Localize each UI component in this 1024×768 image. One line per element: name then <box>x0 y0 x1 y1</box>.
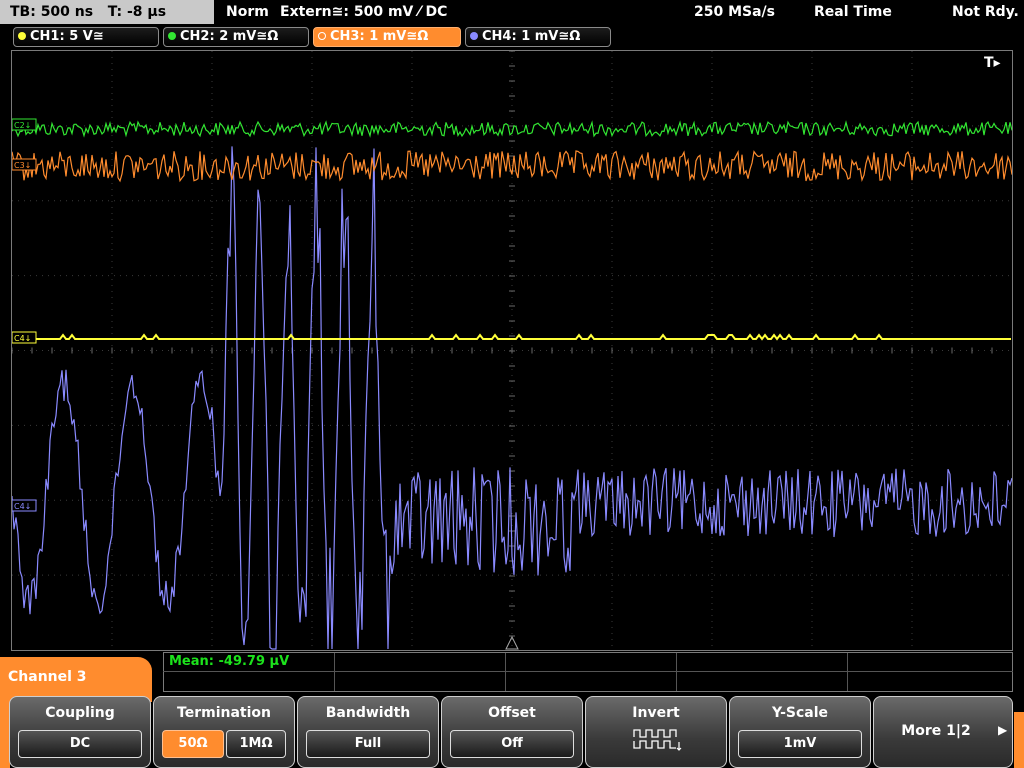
sample-rate: 250 MSa/s <box>694 4 776 20</box>
ch2-marker-label: C2↓ <box>14 121 31 130</box>
ch3-level-marker[interactable]: C3↓ <box>12 158 37 171</box>
tab-ch1[interactable]: CH1: 5 V≅ <box>13 27 159 47</box>
ch3-color-dot <box>318 32 326 40</box>
graticule-grid <box>12 51 1009 646</box>
waveform-canvas: T▸ C2↓ C3↓ C4↓ C4↓ <box>12 51 1012 650</box>
acquisition-state: Not Rdy. <box>952 4 1019 20</box>
coupling-title: Coupling <box>45 705 115 721</box>
termination-50ohm-option[interactable]: 50Ω <box>162 730 224 758</box>
ch4-level-marker[interactable]: C4↓ <box>12 499 37 512</box>
meas-divider <box>505 653 506 691</box>
ch1-level-marker[interactable]: C4↓ <box>12 331 37 344</box>
ch2-color-dot <box>168 32 176 40</box>
more-label: More 1|2 <box>901 723 971 739</box>
termination-softkey[interactable]: Termination 50Ω 1MΩ <box>153 696 295 768</box>
coupling-value: DC <box>18 730 142 758</box>
offset-softkey[interactable]: Offset Off <box>441 696 583 768</box>
yscale-value: 1mV <box>738 730 862 758</box>
bandwidth-value: Full <box>306 730 430 758</box>
trigger-position-flag[interactable]: T▸ <box>984 55 1001 71</box>
tab-ch4-label: CH4: 1 mV≅Ω <box>482 29 581 44</box>
chevron-right-icon: ▶ <box>998 723 1008 737</box>
trigger-mode[interactable]: Norm <box>226 0 269 24</box>
meas-divider <box>334 653 335 691</box>
menu-accent-right <box>1014 712 1024 768</box>
measurement-bar <box>163 652 1013 692</box>
ch4-marker-label: C4↓ <box>14 502 31 511</box>
ch2-level-marker[interactable]: C2↓ <box>12 118 37 131</box>
invert-softkey[interactable]: Invert <box>585 696 727 768</box>
ch3-marker-label: C3↓ <box>14 161 31 170</box>
meas-row-divider <box>163 671 1013 672</box>
termination-1mohm-option[interactable]: 1MΩ <box>226 730 286 758</box>
meas-divider <box>676 653 677 691</box>
ch1-marker-label: C4↓ <box>14 334 31 343</box>
tab-ch1-label: CH1: 5 V≅ <box>30 29 104 44</box>
tab-ch2[interactable]: CH2: 2 mV≅Ω <box>163 27 309 47</box>
tab-ch2-label: CH2: 2 mV≅Ω <box>180 29 279 44</box>
invert-title: Invert <box>632 705 680 721</box>
tab-ch3-label: CH3: 1 mV≅Ω <box>330 29 429 44</box>
timebase-readout[interactable]: TB: 500 ns T: -8 µs <box>0 0 214 24</box>
bandwidth-softkey[interactable]: Bandwidth Full <box>297 696 439 768</box>
graticule-ticks <box>12 51 993 637</box>
bandwidth-title: Bandwidth <box>325 705 411 721</box>
meas-divider <box>847 653 848 691</box>
termination-title: Termination <box>177 705 271 721</box>
tab-ch4[interactable]: CH4: 1 mV≅Ω <box>465 27 611 47</box>
trigger-time-value: T: -8 µs <box>107 4 167 20</box>
ch4-color-dot <box>470 32 478 40</box>
invert-waveform-icon <box>633 729 682 751</box>
ch1-color-dot <box>18 32 26 40</box>
trigger-time-marker[interactable] <box>505 635 519 650</box>
tab-ch3[interactable]: CH3: 1 mV≅Ω <box>313 27 461 47</box>
offset-value: Off <box>450 730 574 758</box>
coupling-softkey[interactable]: Coupling DC <box>9 696 151 768</box>
measurement-mean[interactable]: Mean: -49.79 µV <box>169 654 289 669</box>
yscale-softkey[interactable]: Y-Scale 1mV <box>729 696 871 768</box>
timebase-value: TB: 500 ns <box>10 4 94 20</box>
more-softkey[interactable]: More 1|2 ▶ <box>873 696 1013 768</box>
offset-title: Offset <box>488 705 536 721</box>
trigger-source[interactable]: Extern≅: 500 mV ⁄ DC <box>280 0 447 24</box>
status-bar: Norm Extern≅: 500 mV ⁄ DC 250 MSa/s Real… <box>214 0 1024 24</box>
yscale-title: Y-Scale <box>771 705 828 721</box>
acquisition-mode: Real Time <box>814 4 892 20</box>
